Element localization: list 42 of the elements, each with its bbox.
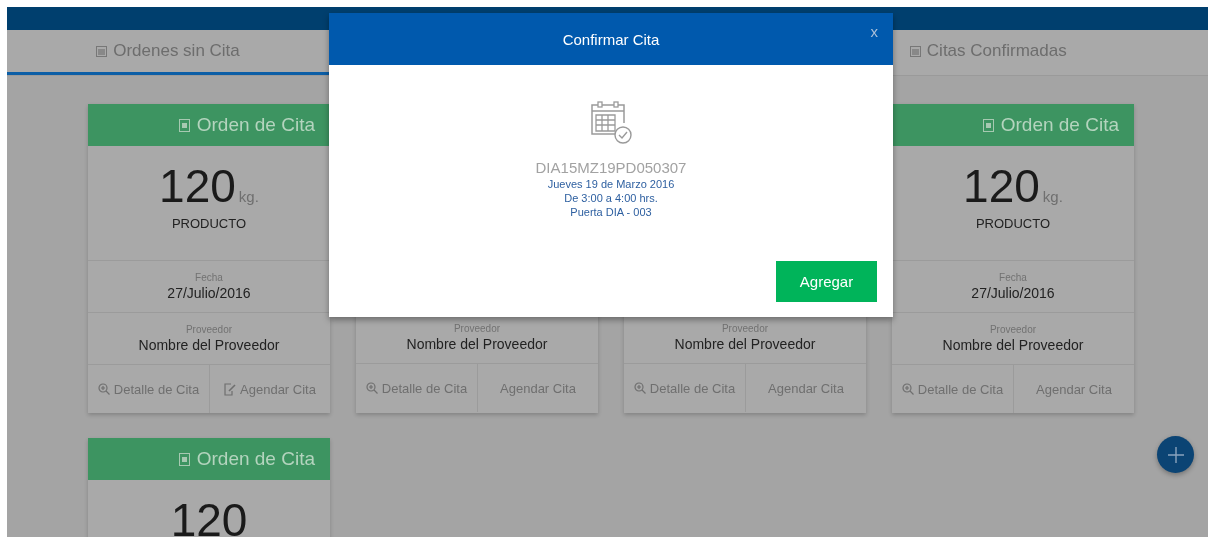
- card-title: Orden de Cita: [196, 114, 315, 136]
- detail-button[interactable]: Detalle de Cita: [892, 365, 1013, 413]
- quantity: 120: [170, 494, 248, 537]
- schedule-button[interactable]: Agendar Cita: [477, 364, 598, 412]
- appointment-code: DIA15MZ19PD050307: [535, 159, 687, 177]
- zoom-in-icon: [633, 382, 646, 394]
- close-button[interactable]: x: [867, 21, 881, 42]
- appointment-detail: Jueves 19 de Marzo 2016: [547, 177, 675, 191]
- zoom-in-icon: [901, 383, 914, 395]
- schedule-button[interactable]: Agendar Cita: [1013, 365, 1134, 413]
- supplier-name: Nombre del Proveedor: [942, 337, 1084, 353]
- dialog-title: Confirmar Cita: [562, 30, 660, 48]
- card-title: Orden de Cita: [196, 448, 315, 470]
- calendar-icon: [96, 45, 108, 57]
- product-label: PRODUCTO: [975, 216, 1051, 231]
- schedule-button[interactable]: Agendar Cita: [745, 364, 866, 412]
- add-button[interactable]: Agregar: [776, 261, 877, 302]
- schedule-button[interactable]: Agendar Cita: [209, 365, 330, 413]
- supplier-name: Nombre del Proveedor: [406, 336, 548, 352]
- date-value: 27/Julio/2016: [971, 285, 1055, 301]
- unit: kg.: [1042, 188, 1063, 205]
- document-icon: [178, 118, 190, 132]
- calendar-icon: [909, 45, 921, 57]
- quantity: 120: [159, 160, 236, 212]
- zoom-in-icon: [365, 382, 378, 394]
- document-icon: [982, 118, 994, 132]
- card-title: Orden de Cita: [1000, 114, 1119, 136]
- appointment-detail: De 3:00 a 4:00 hrs.: [564, 191, 658, 205]
- appointment-detail: Puerta DIA - 003: [570, 205, 652, 219]
- edit-icon: [224, 382, 237, 396]
- zoom-in-icon: [97, 383, 110, 395]
- add-button[interactable]: [1157, 436, 1194, 473]
- supplier-name: Nombre del Proveedor: [674, 336, 816, 352]
- detail-button[interactable]: Detalle de Cita: [88, 365, 209, 413]
- supplier-name: Nombre del Proveedor: [138, 337, 280, 353]
- product-label: PRODUCTO: [171, 216, 247, 231]
- document-icon: [178, 452, 190, 466]
- calendar-check-icon: [590, 101, 632, 145]
- date-value: 27/Julio/2016: [167, 285, 251, 301]
- plus-icon: [1166, 445, 1185, 464]
- quantity: 120: [963, 160, 1040, 212]
- unit: kg.: [238, 188, 259, 205]
